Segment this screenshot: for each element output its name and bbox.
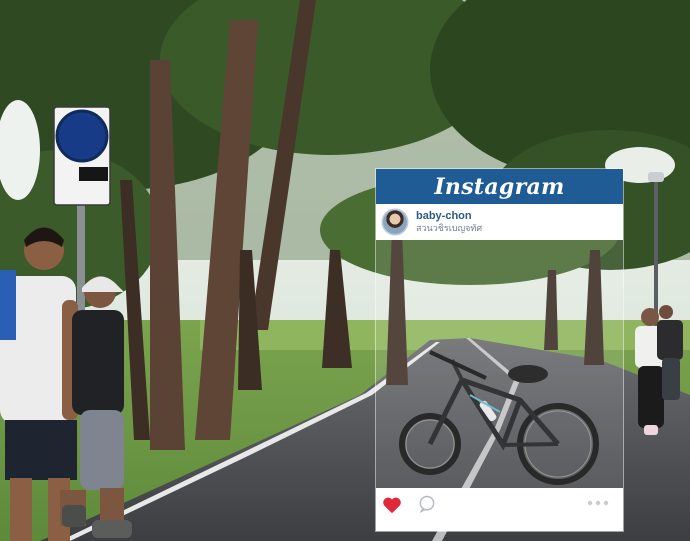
sign-redact <box>79 167 108 181</box>
user-info: baby-chon สวนวชิรเบญจทัศ <box>416 210 482 234</box>
heart-icon[interactable] <box>381 494 403 516</box>
instagram-user-bar[interactable]: baby-chon สวนวชิรเบญจทัศ <box>376 204 623 240</box>
comment-icon[interactable] <box>417 494 437 514</box>
instagram-post-frame: Instagram baby-chon สวนวชิรเบญจทัศ <box>376 169 623 531</box>
sign-pole <box>77 200 85 320</box>
instagram-action-bar <box>376 488 623 531</box>
location[interactable]: สวนวชิรเบญจทัศ <box>416 223 482 234</box>
instagram-header: Instagram <box>376 169 623 204</box>
sign-circle <box>55 109 109 163</box>
more-dots-icon[interactable] <box>586 499 610 507</box>
username[interactable]: baby-chon <box>416 210 482 222</box>
lamp-head <box>648 172 664 182</box>
avatar[interactable] <box>383 210 407 234</box>
instagram-logo: Instagram <box>434 173 565 200</box>
